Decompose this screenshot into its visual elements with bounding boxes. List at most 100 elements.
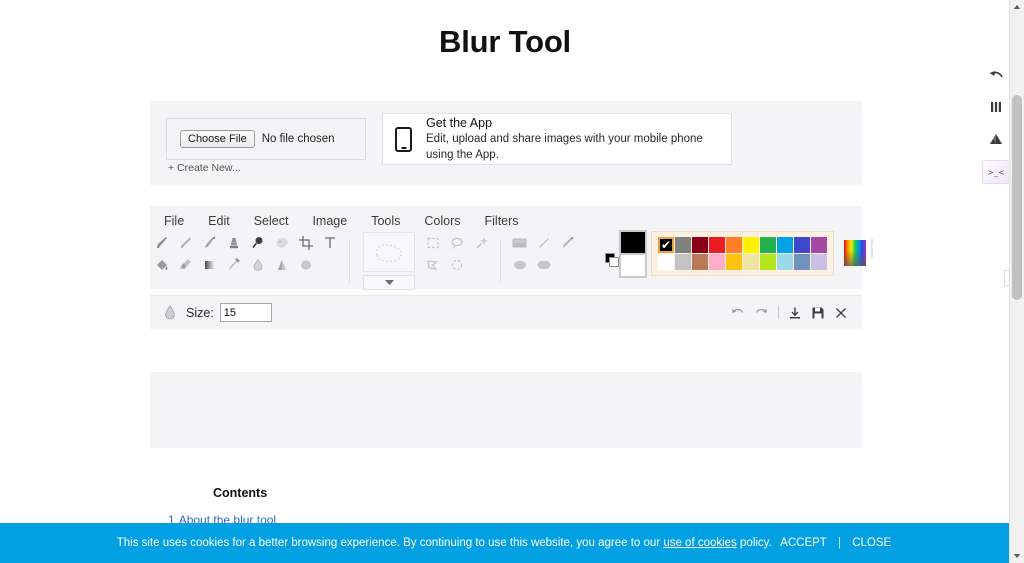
mobile-phone-icon	[395, 126, 412, 152]
selection-tools-group	[421, 232, 493, 276]
tool-options-bar: Size:	[150, 295, 862, 329]
palette-swatch[interactable]	[777, 253, 793, 270]
pencil-tool-icon[interactable]	[175, 233, 197, 253]
mountain-icon[interactable]	[983, 128, 1009, 150]
palette-swatch[interactable]	[760, 253, 776, 270]
close-icon[interactable]	[834, 306, 848, 320]
soften-tool-icon[interactable]	[295, 255, 317, 275]
page-scrollbar[interactable]	[1009, 0, 1024, 563]
options-actions	[730, 306, 848, 320]
eyedropper-tool-icon[interactable]	[223, 255, 245, 275]
palette-swatch[interactable]	[794, 236, 810, 253]
line-shape-icon[interactable]	[533, 233, 555, 253]
smudge-tool-icon[interactable]	[199, 233, 221, 253]
lasso-select-icon[interactable]	[446, 233, 468, 253]
crop-tool-icon[interactable]	[295, 233, 317, 253]
redo-icon[interactable]	[754, 306, 769, 319]
shape-dropdown-chevron-down-icon[interactable]	[363, 275, 415, 290]
palette-swatch[interactable]	[794, 253, 810, 270]
color-palette	[651, 230, 834, 276]
palette-swatch[interactable]	[658, 253, 674, 270]
shape-preview-group	[363, 232, 415, 290]
blur-drop-tool-icon[interactable]	[247, 255, 269, 275]
menu-colors[interactable]: Colors	[414, 211, 470, 231]
editor-toolbar-panel: File Edit Select Image Tools Colors Filt…	[150, 206, 873, 290]
brush-tool-icon[interactable]	[151, 233, 173, 253]
choose-file-button[interactable]: Choose File	[180, 130, 255, 148]
shape-tools-group	[508, 232, 580, 276]
foreground-color-swatch[interactable]	[619, 230, 647, 255]
text-tool-icon[interactable]	[319, 233, 341, 253]
magnifier-tool-icon[interactable]	[247, 233, 269, 253]
palette-swatch[interactable]	[811, 253, 827, 270]
menu-select[interactable]: Select	[244, 211, 299, 231]
right-floating-toolbar: >_<	[982, 64, 1010, 184]
palette-swatch[interactable]	[777, 236, 793, 253]
palette-swatch[interactable]	[658, 236, 674, 253]
menu-filters[interactable]: Filters	[475, 211, 529, 231]
pen-shape-icon[interactable]	[557, 233, 579, 253]
ellipse-shape-icon[interactable]	[509, 255, 531, 275]
menu-file[interactable]: File	[154, 211, 194, 231]
toolbar-divider-2	[500, 239, 501, 283]
rainbow-gradient-picker-icon[interactable]	[844, 240, 866, 266]
paint-tools-group	[150, 232, 342, 276]
default-colors-icon[interactable]	[605, 253, 619, 267]
foreground-background-swatches[interactable]	[605, 230, 647, 278]
sharpen-tool-icon[interactable]	[271, 255, 293, 275]
get-the-app-banner[interactable]: Get the App Edit, upload and share image…	[382, 113, 732, 165]
paint-bucket-tool-icon[interactable]	[151, 255, 173, 275]
scrollbar-thumb[interactable]	[1012, 95, 1022, 300]
cookie-message-after: policy.	[740, 537, 772, 549]
palette-swatch[interactable]	[709, 236, 725, 253]
magic-wand-icon[interactable]	[470, 233, 492, 253]
palette-swatch[interactable]	[709, 253, 725, 270]
size-input[interactable]	[219, 303, 272, 322]
no-file-chosen-label: No file chosen	[261, 133, 335, 145]
eraser-tool-icon[interactable]	[175, 255, 197, 275]
emoji-face-icon[interactable]: >_<	[982, 160, 1010, 184]
polygon-select-icon[interactable]	[422, 255, 444, 275]
cookie-message-before: This site uses cookies for a better brow…	[116, 537, 661, 549]
palette-swatch[interactable]	[743, 236, 759, 253]
color-area	[605, 230, 873, 278]
rectangle-select-icon[interactable]	[422, 233, 444, 253]
tool-groups	[150, 232, 580, 290]
get-the-app-subtitle: Edit, upload and share images with your …	[426, 133, 703, 161]
cookie-close-button[interactable]: CLOSE	[852, 537, 891, 549]
menu-edit[interactable]: Edit	[198, 211, 240, 231]
stamp-tool-icon[interactable]	[223, 233, 245, 253]
polygon-shape-icon[interactable]	[533, 255, 555, 275]
palette-swatch[interactable]	[811, 236, 827, 253]
toolbar-divider	[349, 239, 350, 283]
file-upload-box[interactable]: Choose File No file chosen	[166, 118, 366, 160]
palette-swatch[interactable]	[760, 236, 776, 253]
save-icon[interactable]	[811, 306, 825, 320]
background-color-swatch[interactable]	[619, 253, 647, 278]
palette-swatch[interactable]	[675, 253, 691, 270]
palette-swatch[interactable]	[726, 253, 742, 270]
scrollbar-side-marker	[1004, 270, 1010, 286]
ellipse-select-icon[interactable]	[446, 255, 468, 275]
undo-arrow-icon[interactable]	[983, 64, 1009, 86]
palette-tool-icon[interactable]	[271, 233, 293, 253]
scroll-up-icon[interactable]	[1010, 0, 1024, 14]
columns-icon[interactable]	[983, 96, 1009, 118]
palette-swatch[interactable]	[675, 236, 691, 253]
menu-tools[interactable]: Tools	[361, 211, 410, 231]
freeform-shape-preview[interactable]	[363, 232, 415, 272]
cookie-accept-button[interactable]: ACCEPT	[780, 537, 827, 549]
create-new-link[interactable]: + Create New...	[168, 162, 241, 174]
palette-swatch[interactable]	[743, 253, 759, 270]
palette-swatch[interactable]	[692, 236, 708, 253]
menu-image[interactable]: Image	[302, 211, 357, 231]
scroll-down-icon[interactable]	[1010, 549, 1024, 563]
rectangle-shape-icon[interactable]	[509, 233, 531, 253]
use-of-cookies-link[interactable]: use of cookies	[663, 537, 737, 549]
gradient-tool-icon[interactable]	[199, 255, 221, 275]
download-icon[interactable]	[788, 306, 802, 320]
palette-swatch[interactable]	[692, 253, 708, 270]
undo-icon[interactable]	[730, 306, 745, 319]
canvas-area[interactable]	[150, 372, 862, 448]
palette-swatch[interactable]	[726, 236, 742, 253]
